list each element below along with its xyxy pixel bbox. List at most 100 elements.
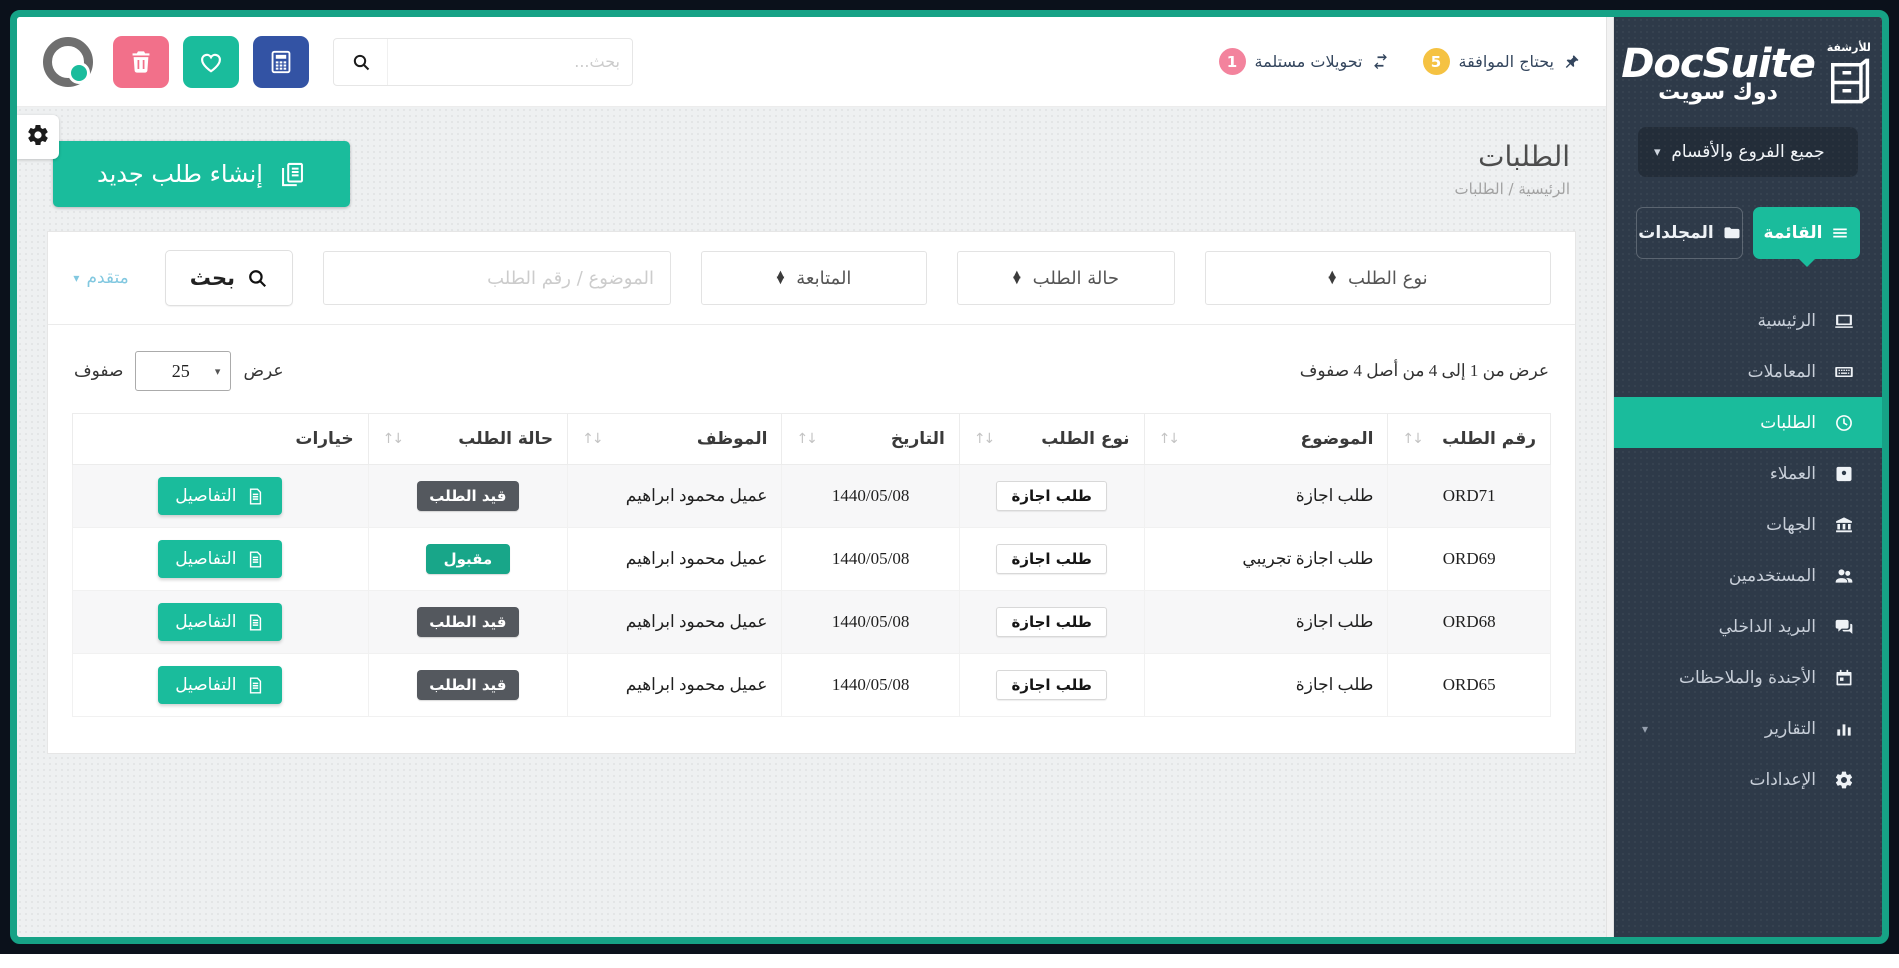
document-icon xyxy=(246,550,265,569)
sidebar-item[interactable]: العملاء xyxy=(1614,448,1882,499)
request-date: 1440/05/08 xyxy=(782,465,959,528)
requests-card: نوع الطلب ▲▼ حالة الطلب ▲▼ المتابعة ▲▼ xyxy=(47,231,1576,754)
search-icon[interactable] xyxy=(334,39,388,85)
sidebar-item[interactable]: البريد الداخلي xyxy=(1614,601,1882,652)
id-card-icon xyxy=(1834,464,1854,484)
page-title: الطلبات xyxy=(1455,141,1570,173)
document-icon xyxy=(246,613,265,632)
advanced-search-link[interactable]: متقدم ▾ xyxy=(73,268,128,288)
chat-icon xyxy=(1834,617,1854,637)
column-header[interactable]: رقم الطلب↓↑ xyxy=(1388,414,1551,465)
topbar: يحتاج الموافقة5 تحويلات مستلمة1 xyxy=(17,17,1606,107)
favorites-button[interactable] xyxy=(183,36,239,88)
notification-count: 5 xyxy=(1423,48,1450,75)
trash-button[interactable] xyxy=(113,36,169,88)
sidebar-item-label: المعاملات xyxy=(1748,362,1816,382)
search-button[interactable]: بحث xyxy=(165,250,293,306)
document-icon xyxy=(246,676,265,695)
select-arrows-icon: ▲▼ xyxy=(1013,272,1021,284)
sidebar-tab-list[interactable]: القائمة xyxy=(1753,207,1860,259)
gear-icon xyxy=(26,123,50,151)
notification-count: 1 xyxy=(1219,48,1246,75)
requests-table: رقم الطلب↓↑الموضوع↓↑نوع الطلب↓↑التاريخ↓↑… xyxy=(72,413,1551,717)
status-badge: قيد الطلب xyxy=(417,607,518,637)
table-row: ORD71 طلب اجازة طلب اجازة 1440/05/08 عمي… xyxy=(73,465,1551,528)
details-button[interactable]: التفاصيل xyxy=(158,666,282,704)
sort-icon: ↓↑ xyxy=(974,431,993,447)
status-badge: قيد الطلب xyxy=(417,670,518,700)
table-row: ORD69 طلب اجازة تجريبي طلب اجازة 1440/05… xyxy=(73,528,1551,591)
sidebar-tab-folders[interactable]: المجلدات xyxy=(1636,207,1743,259)
pin-icon xyxy=(1563,53,1580,70)
user-avatar[interactable] xyxy=(43,37,93,87)
sidebar-item-label: المستخدمين xyxy=(1729,566,1816,586)
filters-bar: نوع الطلب ▲▼ حالة الطلب ▲▼ المتابعة ▲▼ xyxy=(48,232,1575,325)
monitor-icon xyxy=(1834,311,1854,331)
column-header[interactable]: حالة الطلب↓↑ xyxy=(368,414,568,465)
sidebar-item-label: الرئيسية xyxy=(1757,311,1816,331)
table-header-row: رقم الطلب↓↑الموضوع↓↑نوع الطلب↓↑التاريخ↓↑… xyxy=(73,414,1551,465)
create-request-button[interactable]: إنشاء طلب جديد xyxy=(53,141,350,207)
request-status-select[interactable]: حالة الطلب ▲▼ xyxy=(957,251,1175,305)
scrollbar[interactable] xyxy=(1606,17,1614,937)
users-icon xyxy=(1834,566,1854,586)
breadcrumb[interactable]: الرئيسية / الطلبات xyxy=(1455,180,1570,198)
sidebar-item[interactable]: الجهات xyxy=(1614,499,1882,550)
request-date: 1440/05/08 xyxy=(782,591,959,654)
calculator-button[interactable] xyxy=(253,36,309,88)
cabinet-icon xyxy=(1823,55,1875,107)
table-row: ORD68 طلب اجازة طلب اجازة 1440/05/08 عمي… xyxy=(73,591,1551,654)
request-subject: طلب اجازة xyxy=(1144,465,1388,528)
calendar-icon xyxy=(1834,668,1854,688)
sidebar-item-label: العملاء xyxy=(1770,464,1816,484)
heart-icon xyxy=(198,49,224,75)
request-subject: طلب اجازة xyxy=(1144,591,1388,654)
notification-needs-approval[interactable]: يحتاج الموافقة5 xyxy=(1423,48,1581,75)
sidebar-item-label: الجهات xyxy=(1766,515,1816,535)
sidebar-item[interactable]: التقارير▾ xyxy=(1614,703,1882,754)
window-frame: DocSuite دوك سويت للأرشفة جميع الفروع وا… xyxy=(0,0,1899,954)
copy-document-icon xyxy=(279,161,306,188)
details-button[interactable]: التفاصيل xyxy=(158,540,282,578)
global-search xyxy=(333,38,633,86)
details-button[interactable]: التفاصيل xyxy=(158,603,282,641)
chevron-down-icon: ▾ xyxy=(1642,722,1648,736)
request-type-badge: طلب اجازة xyxy=(996,607,1106,637)
column-header[interactable]: التاريخ↓↑ xyxy=(782,414,959,465)
branch-selector[interactable]: جميع الفروع والأقسام ▾ xyxy=(1638,127,1858,177)
sidebar-item[interactable]: الإعدادات xyxy=(1614,754,1882,805)
calculator-icon xyxy=(268,49,294,75)
page-size-select[interactable]: ▾ 25 xyxy=(135,351,231,391)
request-employee: عميل محمود ابراهيم xyxy=(568,591,782,654)
sidebar-item[interactable]: الأجندة والملاحظات xyxy=(1614,652,1882,703)
search-input[interactable] xyxy=(388,39,632,85)
sidebar-item[interactable]: المعاملات xyxy=(1614,346,1882,397)
document-icon xyxy=(246,487,265,506)
settings-tab-button[interactable] xyxy=(17,115,59,159)
subject-or-number-input[interactable] xyxy=(323,251,671,305)
sidebar-item[interactable]: الطلبات xyxy=(1614,397,1882,448)
column-header[interactable]: الموظف↓↑ xyxy=(568,414,782,465)
logo-title: DocSuite xyxy=(1621,44,1815,84)
pagination-info: عرض من 1 إلى 4 من أصل 4 صفوف xyxy=(1300,361,1549,381)
notification-received-transfers[interactable]: تحويلات مستلمة1 xyxy=(1219,48,1389,75)
sidebar-item[interactable]: الرئيسية xyxy=(1614,295,1882,346)
sidebar-item-label: الإعدادات xyxy=(1749,770,1816,790)
column-header[interactable]: الموضوع↓↑ xyxy=(1144,414,1388,465)
column-header[interactable]: نوع الطلب↓↑ xyxy=(959,414,1144,465)
sidebar-item[interactable]: المستخدمين xyxy=(1614,550,1882,601)
sidebar-item-label: البريد الداخلي xyxy=(1719,617,1816,637)
sidebar-item-label: الطلبات xyxy=(1760,413,1816,433)
building-icon xyxy=(1834,515,1854,535)
follow-up-select[interactable]: المتابعة ▲▼ xyxy=(701,251,927,305)
sort-icon: ↓↑ xyxy=(1159,431,1178,447)
request-type-select[interactable]: نوع الطلب ▲▼ xyxy=(1205,251,1551,305)
details-button[interactable]: التفاصيل xyxy=(158,477,282,515)
keyboard-icon xyxy=(1834,362,1854,382)
request-subject: طلب اجازة xyxy=(1144,654,1388,717)
sidebar: DocSuite دوك سويت للأرشفة جميع الفروع وا… xyxy=(1614,17,1882,937)
request-id: ORD71 xyxy=(1388,465,1551,528)
trash-icon xyxy=(128,49,154,75)
content-area: الطلبات الرئيسية / الطلبات إنشاء طلب جدي… xyxy=(17,107,1606,937)
logo-tagline: للأرشفة xyxy=(1827,41,1871,54)
